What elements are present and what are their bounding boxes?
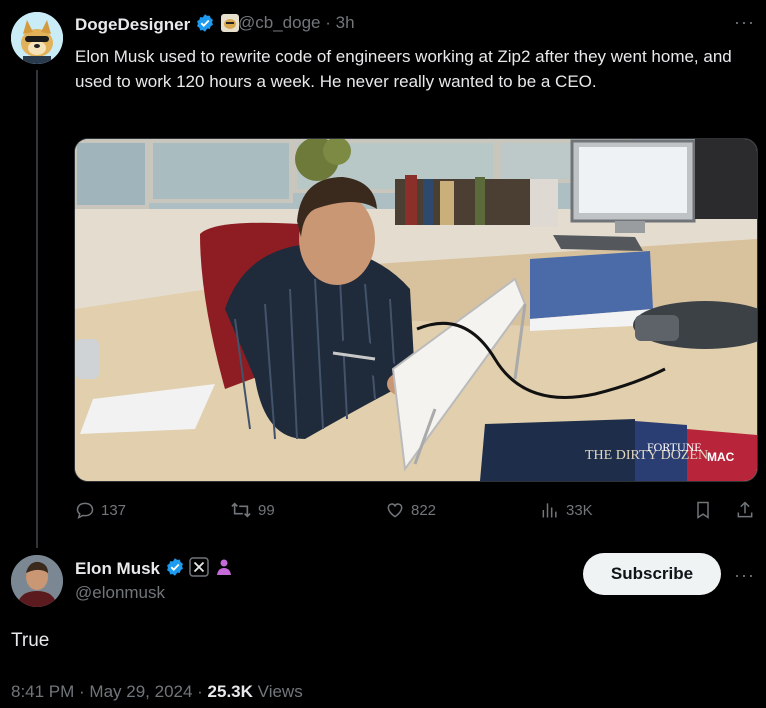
reply-author-row[interactable]: Elon Musk	[75, 557, 234, 579]
tweet-time[interactable]: 3h	[336, 13, 355, 32]
elon-avatar-image	[11, 555, 63, 607]
reply-meta: 8:41 PM · May 29, 2024 · 25.3K Views	[11, 682, 303, 702]
avatar-dogedesigner[interactable]	[11, 12, 63, 64]
photo-office-scene: THE DIRTY DOZEN FORTUNE MAC	[75, 139, 757, 481]
share-action[interactable]	[735, 500, 755, 520]
like-icon[interactable]	[385, 500, 405, 520]
repost-icon[interactable]	[230, 500, 252, 520]
like-action[interactable]: 822	[385, 500, 436, 520]
book-title-mac: MAC	[707, 450, 735, 464]
person-badge-icon[interactable]	[214, 557, 234, 577]
reply-action[interactable]: 137	[75, 500, 126, 520]
views-action[interactable]: 33K	[540, 500, 593, 520]
bookmark-icon[interactable]	[693, 500, 713, 520]
x-logo-icon[interactable]	[189, 557, 210, 577]
separator-dot: ·	[325, 13, 336, 32]
bookmark-action[interactable]	[693, 500, 713, 520]
verified-badge-icon	[197, 14, 213, 32]
reply-text: True	[11, 630, 50, 651]
author-name[interactable]: DogeDesigner	[75, 15, 190, 34]
verified-badge-icon	[166, 558, 183, 576]
reply-count: 137	[101, 501, 127, 519]
author-handle[interactable]: @cb_doge	[238, 13, 321, 32]
reply-timestamp[interactable]: 8:41 PM · May 29, 2024 ·	[11, 682, 208, 701]
tweet-photo[interactable]: THE DIRTY DOZEN FORTUNE MAC	[74, 138, 758, 482]
tweet-actions: 137 99 822 33K	[75, 500, 757, 524]
book-title-fortune: FORTUNE	[647, 440, 702, 454]
reply-icon[interactable]	[75, 500, 95, 520]
reply-views-count: 25.3K	[207, 682, 253, 701]
thread-line	[36, 70, 38, 548]
reply-author-handle[interactable]: @elonmusk	[75, 583, 165, 603]
tweet-text: Elon Musk used to rewrite code of engine…	[75, 47, 732, 91]
share-icon[interactable]	[735, 500, 755, 520]
views-icon[interactable]	[540, 500, 560, 520]
reply-views-label: Views	[257, 682, 303, 701]
avatar-elonmusk[interactable]	[11, 555, 63, 607]
handle-and-time: @cb_doge · 3h	[238, 13, 355, 33]
views-count: 33K	[566, 501, 593, 519]
reply-author-name[interactable]: Elon Musk	[75, 559, 160, 578]
repost-count: 99	[258, 501, 275, 519]
repost-action[interactable]: 99	[230, 500, 275, 520]
doge-avatar-image	[11, 12, 63, 64]
more-icon[interactable]: ···	[734, 565, 755, 586]
author-name-row[interactable]: DogeDesigner	[75, 13, 240, 35]
like-count: 822	[411, 501, 437, 519]
more-icon[interactable]: ···	[734, 12, 755, 33]
subscribe-button[interactable]: Subscribe	[583, 553, 721, 595]
doge-affiliate-icon[interactable]	[220, 13, 240, 33]
